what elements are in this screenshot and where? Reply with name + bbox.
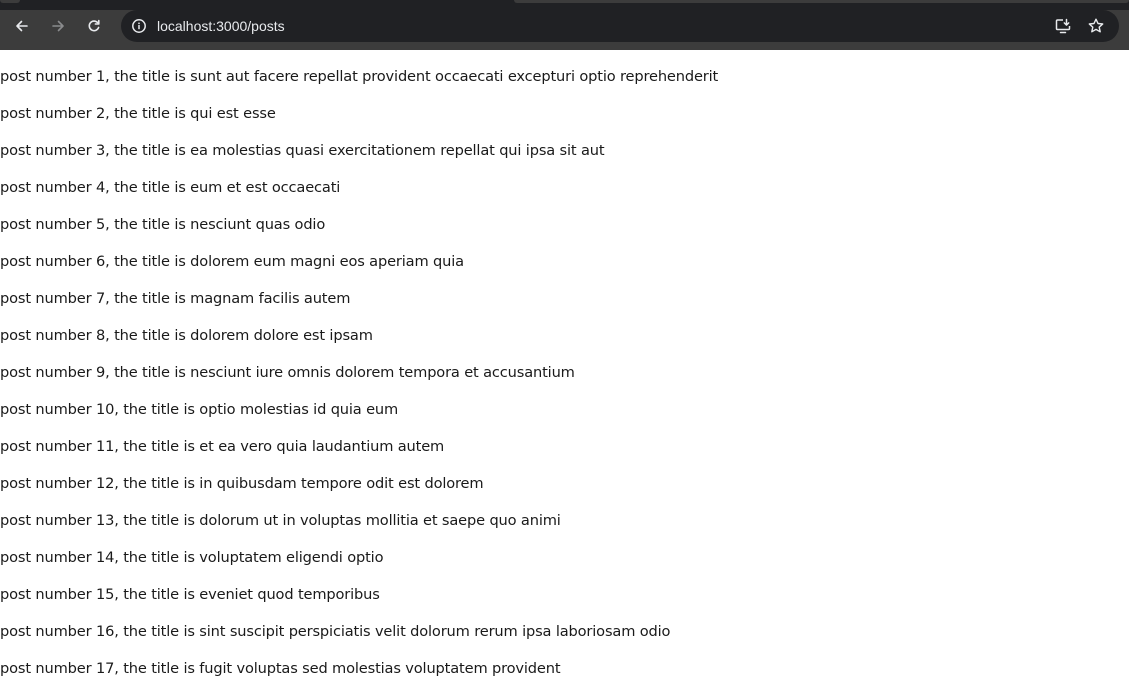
post-item: post number 4, the title is eum et est o… (0, 179, 341, 196)
star-icon[interactable] (1086, 16, 1106, 36)
post-item: post number 10, the title is optio moles… (0, 401, 399, 418)
post-item: post number 17, the title is fugit volup… (0, 660, 561, 677)
post-item: post number 3, the title is ea molestias… (0, 142, 605, 159)
install-app-icon[interactable] (1053, 16, 1073, 36)
browser-toolbar: localhost:3000/posts (0, 0, 1129, 50)
post-item: post number 2, the title is qui est esse (0, 105, 276, 122)
back-arrow-icon[interactable] (10, 14, 34, 38)
address-bar[interactable]: localhost:3000/posts (121, 10, 1119, 42)
post-item: post number 11, the title is et ea vero … (0, 438, 445, 455)
url-text[interactable]: localhost:3000/posts (157, 17, 285, 35)
post-item: post number 13, the title is dolorum ut … (0, 512, 561, 529)
reload-icon[interactable] (82, 14, 106, 38)
post-item: post number 12, the title is in quibusda… (0, 475, 484, 492)
post-item: post number 1, the title is sunt aut fac… (0, 68, 719, 85)
post-item: post number 7, the title is magnam facil… (0, 290, 351, 307)
tab-edge-right (514, 0, 1129, 3)
post-item: post number 8, the title is dolorem dolo… (0, 327, 373, 344)
info-icon[interactable] (129, 16, 149, 36)
post-item: post number 5, the title is nesciunt qua… (0, 216, 326, 233)
post-item: post number 15, the title is eveniet quo… (0, 586, 380, 603)
page-content: post number 1, the title is sunt aut fac… (0, 50, 1129, 682)
post-item: post number 16, the title is sint suscip… (0, 623, 671, 640)
post-item: post number 6, the title is dolorem eum … (0, 253, 464, 270)
tab-edge-left (0, 0, 20, 3)
post-item: post number 14, the title is voluptatem … (0, 549, 384, 566)
tab-strip (0, 0, 1129, 10)
forward-arrow-icon[interactable] (46, 14, 70, 38)
post-item: post number 9, the title is nesciunt iur… (0, 364, 575, 381)
